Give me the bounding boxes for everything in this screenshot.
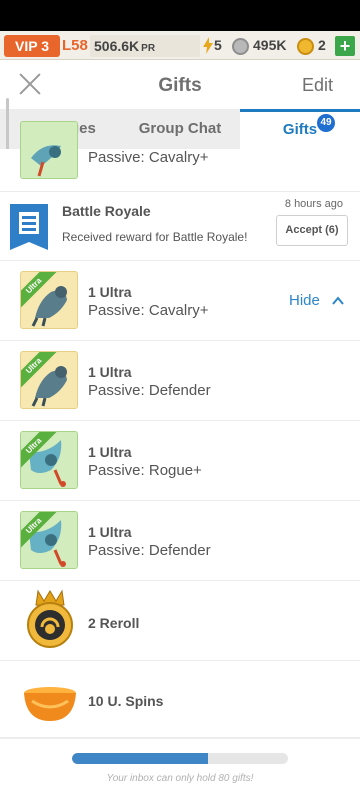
creature-icon bbox=[31, 145, 61, 177]
item-quantity: 1 Ultra bbox=[88, 524, 132, 540]
creature-thumbnail: Ultra bbox=[20, 351, 78, 409]
item-quantity: 1 Ultra bbox=[88, 284, 132, 300]
item-label: 2 Reroll bbox=[88, 615, 140, 631]
event-description: Received reward for Battle Royale! bbox=[62, 230, 248, 244]
list-item[interactable]: Ultra 1 Ultra Passive: Defender bbox=[0, 501, 360, 581]
item-passive: Passive: Cavalry+ bbox=[88, 302, 209, 319]
item-label: 10 U. Spins bbox=[88, 693, 164, 709]
creature-thumbnail bbox=[20, 121, 78, 179]
spins-bowl-icon bbox=[24, 687, 76, 721]
creature-thumbnail: Ultra bbox=[20, 431, 78, 489]
header: Gifts Edit bbox=[0, 60, 360, 108]
gifts-screen: VIP 3 L58 506.6K PR 5 495K 2 + Gifts Edit… bbox=[0, 0, 360, 800]
hide-button[interactable]: Hide bbox=[289, 292, 320, 309]
list-item[interactable]: 10 U. Spins bbox=[0, 661, 360, 738]
list-item[interactable]: Passive: Cavalry+ bbox=[0, 121, 360, 192]
vip-badge[interactable]: VIP 3 bbox=[4, 35, 60, 57]
chevron-up-icon[interactable] bbox=[332, 296, 344, 306]
tab-group-chat[interactable]: Group Chat bbox=[120, 109, 240, 149]
creature-thumbnail: Ultra bbox=[20, 271, 78, 329]
gifts-count-badge: 49 bbox=[317, 114, 335, 132]
energy-count: 5 bbox=[214, 37, 222, 53]
inbox-note: Your inbox can only hold 80 gifts! bbox=[106, 773, 254, 784]
reroll-medal-icon bbox=[27, 589, 73, 648]
item-passive: Passive: Defender bbox=[88, 382, 211, 399]
resource-bar: VIP 3 L58 506.6K PR 5 495K 2 + bbox=[0, 31, 360, 60]
event-name: Battle Royale bbox=[62, 203, 151, 219]
edit-button[interactable]: Edit bbox=[302, 75, 333, 96]
list-item[interactable]: Ultra 1 Ultra Passive: Defender bbox=[0, 341, 360, 421]
accept-button[interactable]: Accept (6) bbox=[276, 215, 348, 246]
tab-gifts-label: Gifts bbox=[282, 121, 318, 138]
item-passive: Passive: Defender bbox=[88, 542, 211, 559]
item-passive: Passive: Rogue+ bbox=[88, 462, 202, 479]
power-unit: PR bbox=[141, 43, 156, 54]
calendar-icon bbox=[10, 204, 48, 250]
item-quantity: 1 Ultra bbox=[88, 444, 132, 460]
wolf-count: 495K bbox=[253, 37, 287, 53]
bolt-icon bbox=[203, 37, 213, 54]
item-passive: Passive: Cavalry+ bbox=[88, 149, 209, 166]
player-level: L58 bbox=[62, 37, 88, 54]
status-bar bbox=[0, 0, 360, 31]
footer: Your inbox can only hold 80 gifts! bbox=[0, 738, 360, 800]
list-item[interactable]: Ultra 1 Ultra Passive: Rogue+ bbox=[0, 421, 360, 501]
inbox-capacity-bar bbox=[72, 753, 288, 764]
coin-count: 2 bbox=[318, 37, 326, 53]
tab-gifts[interactable]: Gifts 49 bbox=[240, 109, 360, 149]
scroll-indicator bbox=[6, 98, 9, 156]
inbox-capacity-fill bbox=[72, 753, 209, 764]
wolf-icon bbox=[232, 38, 249, 55]
event-timestamp: 8 hours ago bbox=[284, 198, 343, 210]
power-value: 506.6K bbox=[94, 38, 140, 54]
power-rating[interactable]: 506.6K PR bbox=[90, 35, 200, 57]
item-quantity: 1 Ultra bbox=[88, 364, 132, 380]
list-item[interactable]: 2 Reroll bbox=[0, 581, 360, 661]
coin-icon bbox=[297, 38, 314, 55]
add-coins-button[interactable]: + bbox=[335, 36, 355, 56]
creature-thumbnail: Ultra bbox=[20, 511, 78, 569]
